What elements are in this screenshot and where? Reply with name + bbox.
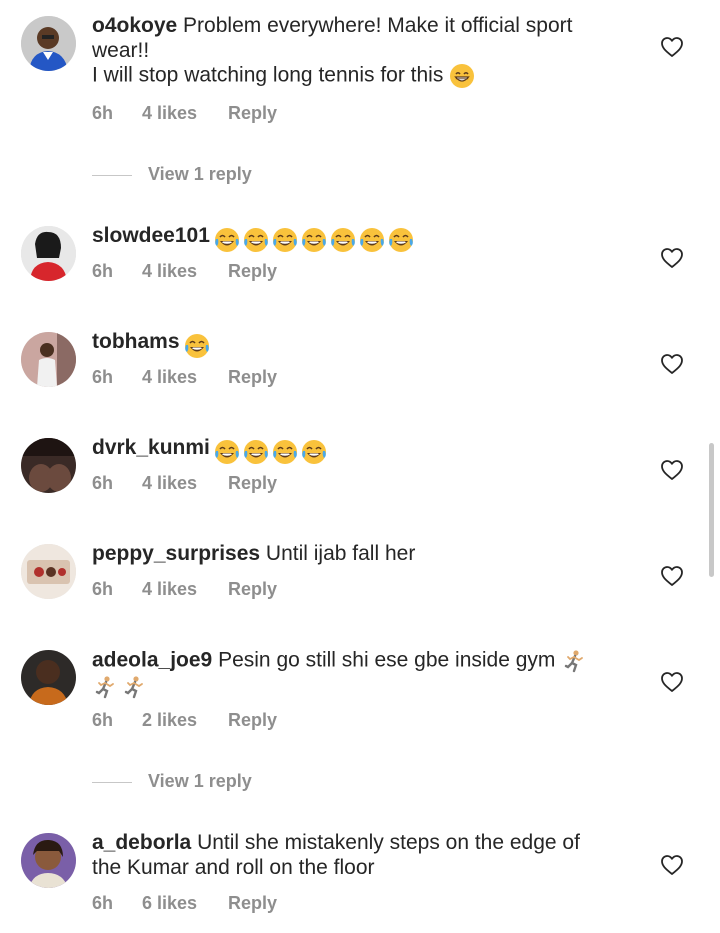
reply-thread-line [92,781,132,783]
comment-body: Until ijab fall her [265,542,416,565]
comment-username[interactable]: peppy_surprises [92,542,260,565]
comment-meta: 6h 6 likes Reply [92,893,277,914]
view-replies-button[interactable]: View 1 reply [92,771,252,792]
face-with-tears-of-joy-emoji [184,333,210,359]
comment-meta: 6h 4 likes Reply [92,103,277,124]
face-with-tears-of-joy-emoji [243,227,269,253]
comment-body: wear!! [92,38,150,62]
comment-text: slowdee101 [92,224,632,253]
comment-username[interactable]: slowdee101 [92,224,210,247]
comment-text: a_deborla Until she mistakenly steps on … [92,831,632,880]
face-with-tears-of-joy-emoji [214,439,240,465]
emoji-row [184,333,213,359]
comment-text: adeola_joe9 Pesin go still shi ese gbe i… [92,648,632,700]
reply-button[interactable]: Reply [228,710,277,731]
avatar[interactable] [21,833,76,888]
comment-text: peppy_surprises Until ijab fall her [92,542,632,567]
comment-meta: 6h 4 likes Reply [92,367,277,388]
reply-button[interactable]: Reply [228,103,277,124]
heart-outline-icon[interactable] [660,35,684,59]
grinning-face-emoji [449,63,475,89]
comment-time: 6h [92,261,114,281]
heart-outline-icon[interactable] [660,352,684,376]
reply-button[interactable]: Reply [228,893,277,914]
reply-button[interactable]: Reply [228,261,277,282]
comment-likes[interactable]: 2 likes [142,710,228,731]
emoji-row [214,227,417,253]
face-with-tears-of-joy-emoji [214,227,240,253]
comment-body: the Kumar and roll on the floor [92,855,375,879]
comment-meta: 6h 4 likes Reply [92,579,277,600]
emoji-row [214,439,330,465]
comment-time: 6h [92,893,114,913]
avatar[interactable] [21,544,76,599]
comment-time: 6h [92,103,114,123]
comment-likes[interactable]: 4 likes [142,473,228,494]
view-replies-label: View 1 reply [148,771,252,791]
reply-button[interactable]: Reply [228,579,277,600]
heart-outline-icon[interactable] [660,670,684,694]
comment-likes[interactable]: 4 likes [142,579,228,600]
comment-body: Problem everywhere! Make it official spo… [183,14,573,37]
heart-outline-icon[interactable] [660,853,684,877]
face-with-tears-of-joy-emoji [272,227,298,253]
comment-text: dvrk_kunmi [92,436,632,465]
avatar[interactable] [21,332,76,387]
comment-username[interactable]: o4okoye [92,14,177,37]
heart-outline-icon[interactable] [660,458,684,482]
avatar[interactable] [21,226,76,281]
comment-username[interactable]: adeola_joe9 [92,649,212,672]
face-with-tears-of-joy-emoji [272,439,298,465]
person-running-emoji [561,648,587,674]
face-with-tears-of-joy-emoji [243,439,269,465]
comment-time: 6h [92,710,114,730]
comment-text: tobhams [92,330,632,359]
comment-body: Until she mistakenly steps on the edge o… [197,831,580,854]
comment-likes[interactable]: 4 likes [142,261,228,282]
comment-time: 6h [92,473,114,493]
avatar[interactable] [21,438,76,493]
comment-meta: 6h 2 likes Reply [92,710,277,731]
comment-meta: 6h 4 likes Reply [92,473,277,494]
comment-username[interactable]: a_deborla [92,831,191,854]
comment-username[interactable]: dvrk_kunmi [92,436,210,459]
reply-button[interactable]: Reply [228,473,277,494]
comment-time: 6h [92,367,114,387]
reply-button[interactable]: Reply [228,367,277,388]
comment-likes[interactable]: 4 likes [142,103,228,124]
heart-outline-icon[interactable] [660,246,684,270]
comment-time: 6h [92,579,114,599]
comment-likes[interactable]: 4 likes [142,367,228,388]
comment-username[interactable]: tobhams [92,330,180,353]
avatar[interactable] [21,650,76,705]
scrollbar[interactable] [709,443,714,577]
person-running-emoji [92,674,118,700]
view-replies-label: View 1 reply [148,164,252,184]
avatar[interactable] [21,16,76,71]
reply-thread-line [92,174,132,176]
comment-text: o4okoye Problem everywhere! Make it offi… [92,14,632,89]
face-with-tears-of-joy-emoji [388,227,414,253]
face-with-tears-of-joy-emoji [359,227,385,253]
heart-outline-icon[interactable] [660,564,684,588]
view-replies-button[interactable]: View 1 reply [92,164,252,185]
comment-body: I will stop watching long tennis for thi… [92,63,444,87]
comment-meta: 6h 4 likes Reply [92,261,277,282]
comment-body: Pesin go still shi ese gbe inside gym [218,648,556,672]
face-with-tears-of-joy-emoji [301,439,327,465]
face-with-tears-of-joy-emoji [301,227,327,253]
person-running-emoji [121,674,147,700]
comment-likes[interactable]: 6 likes [142,893,228,914]
face-with-tears-of-joy-emoji [330,227,356,253]
